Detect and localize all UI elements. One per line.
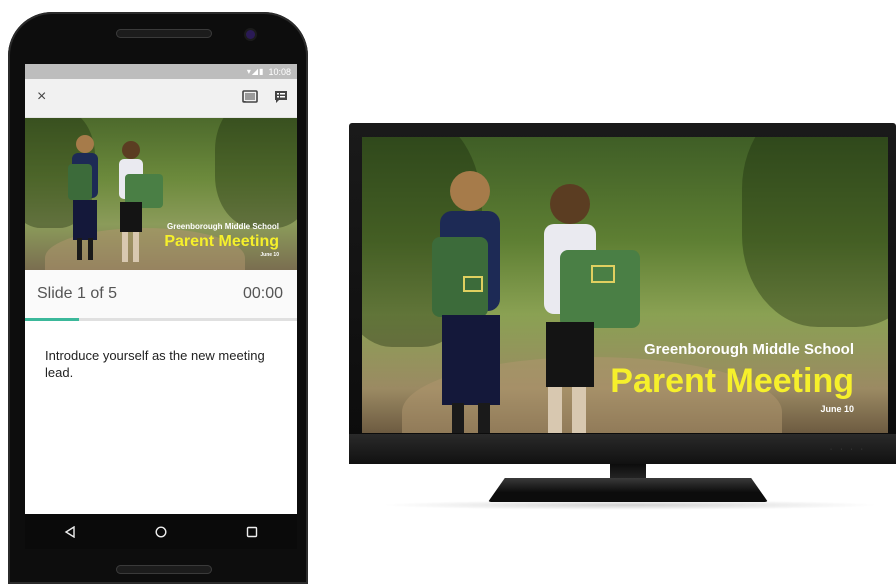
tv-stand-base bbox=[488, 478, 768, 502]
close-button[interactable]: × bbox=[37, 88, 46, 106]
tv-screen: Greenborough Middle School Parent Meetin… bbox=[362, 137, 888, 433]
phone-camera bbox=[246, 30, 255, 39]
cast-icon[interactable] bbox=[242, 90, 258, 109]
tv-indicator-dots: · · · · bbox=[829, 446, 866, 453]
slide-title: Parent Meeting bbox=[164, 233, 279, 250]
child-figure-left-large bbox=[422, 167, 517, 433]
tv-slide: Greenborough Middle School Parent Meetin… bbox=[362, 137, 888, 433]
phone-bottom-speaker bbox=[116, 565, 212, 574]
child-figure-left bbox=[63, 134, 107, 270]
phone-speaker bbox=[116, 29, 212, 38]
speaker-notes-icon[interactable] bbox=[274, 90, 288, 109]
back-button[interactable] bbox=[50, 517, 90, 547]
progress-fill bbox=[25, 318, 80, 321]
slide-thumbnail: Greenborough Middle School Parent Meetin… bbox=[25, 118, 297, 270]
tv-slide-title: Parent Meeting bbox=[610, 362, 854, 400]
phone-device: ▾◢▮ 10:08 × Greenborough Middle School P… bbox=[8, 12, 308, 584]
speaker-notes: Introduce yourself as the new meeting le… bbox=[45, 348, 265, 380]
recents-button[interactable] bbox=[232, 517, 272, 547]
home-button[interactable] bbox=[141, 517, 181, 547]
tv-shadow bbox=[380, 500, 880, 510]
tv-slide-date: June 10 bbox=[820, 404, 854, 414]
slide-counter: Slide 1 of 5 bbox=[37, 285, 118, 302]
status-bar: ▾◢▮ 10:08 bbox=[25, 64, 297, 79]
timer[interactable]: 00:00 bbox=[243, 285, 283, 303]
tv-slide-school-name: Greenborough Middle School bbox=[644, 341, 854, 358]
status-time: 10:08 bbox=[268, 66, 291, 77]
slide-status-row: Slide 1 of 5 00:00 bbox=[25, 270, 297, 318]
slide-date: June 10 bbox=[260, 252, 279, 258]
tv-bezel-bottom: · · · · bbox=[349, 434, 896, 464]
progress-bar bbox=[25, 318, 297, 321]
tv-display: Greenborough Middle School Parent Meetin… bbox=[349, 123, 896, 464]
status-icons: ▾◢▮ bbox=[246, 67, 265, 76]
child-figure-right bbox=[109, 140, 165, 270]
slide-school-name: Greenborough Middle School bbox=[167, 222, 279, 231]
android-nav-bar bbox=[25, 514, 297, 549]
phone-screen: ▾◢▮ 10:08 × Greenborough Middle School P… bbox=[25, 64, 297, 549]
app-bar: × bbox=[25, 79, 297, 118]
